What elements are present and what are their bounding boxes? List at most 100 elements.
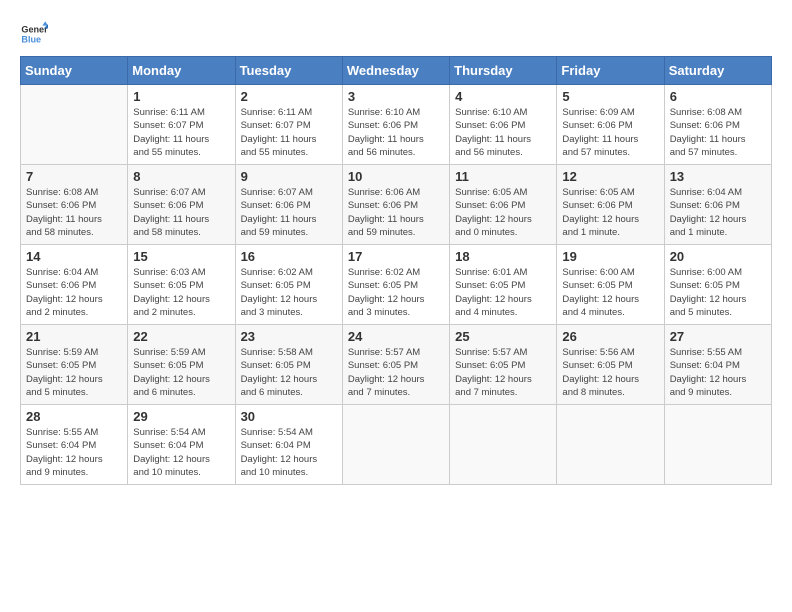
calendar-cell: 13 Sunrise: 6:04 AM Sunset: 6:06 PM Dayli… <box>664 165 771 245</box>
calendar-header-row: SundayMondayTuesdayWednesdayThursdayFrid… <box>21 57 772 85</box>
calendar-cell: 1Sunrise: 6:11 AM Sunset: 6:07 PM Daylig… <box>128 85 235 165</box>
calendar-cell: 27 Sunrise: 5:55 AM Sunset: 6:04 PM Dayli… <box>664 325 771 405</box>
header-saturday: Saturday <box>664 57 771 85</box>
calendar-cell: 20Sunrise: 6:00 AM Sunset: 6:05 PM Dayli… <box>664 245 771 325</box>
day-number: 9 <box>241 169 337 184</box>
day-number: 5 <box>562 89 658 104</box>
day-info: Sunrise: 5:57 AM Sunset: 6:05 PM Dayligh… <box>455 346 551 399</box>
header-tuesday: Tuesday <box>235 57 342 85</box>
calendar-cell: 3 Sunrise: 6:10 AM Sunset: 6:06 PM Daylig… <box>342 85 449 165</box>
calendar-cell: 4Sunrise: 6:10 AM Sunset: 6:06 PM Daylig… <box>450 85 557 165</box>
day-number: 24 <box>348 329 444 344</box>
day-number: 8 <box>133 169 229 184</box>
day-number: 14 <box>26 249 122 264</box>
day-number: 22 <box>133 329 229 344</box>
week-row-2: 7 Sunrise: 6:08 AM Sunset: 6:06 PM Daylig… <box>21 165 772 245</box>
calendar-cell: 26 Sunrise: 5:56 AM Sunset: 6:05 PM Dayli… <box>557 325 664 405</box>
calendar-cell: 29Sunrise: 5:54 AM Sunset: 6:04 PM Dayli… <box>128 405 235 485</box>
day-info: Sunrise: 6:04 AM Sunset: 6:06 PM Dayligh… <box>670 186 766 239</box>
day-number: 12 <box>562 169 658 184</box>
week-row-5: 28 Sunrise: 5:55 AM Sunset: 6:04 PM Dayli… <box>21 405 772 485</box>
day-info: Sunrise: 5:55 AM Sunset: 6:04 PM Dayligh… <box>26 426 122 479</box>
day-info: Sunrise: 6:09 AM Sunset: 6:06 PM Dayligh… <box>562 106 658 159</box>
header-wednesday: Wednesday <box>342 57 449 85</box>
day-number: 10 <box>348 169 444 184</box>
page-header: General Blue <box>20 20 772 48</box>
day-info: Sunrise: 5:58 AM Sunset: 6:05 PM Dayligh… <box>241 346 337 399</box>
svg-text:General: General <box>21 25 48 35</box>
day-number: 29 <box>133 409 229 424</box>
calendar-cell: 2 Sunrise: 6:11 AM Sunset: 6:07 PM Daylig… <box>235 85 342 165</box>
day-info: Sunrise: 6:06 AM Sunset: 6:06 PM Dayligh… <box>348 186 444 239</box>
day-number: 28 <box>26 409 122 424</box>
day-number: 18 <box>455 249 551 264</box>
day-info: Sunrise: 6:08 AM Sunset: 6:06 PM Dayligh… <box>26 186 122 239</box>
day-number: 21 <box>26 329 122 344</box>
day-info: Sunrise: 6:02 AM Sunset: 6:05 PM Dayligh… <box>241 266 337 319</box>
header-thursday: Thursday <box>450 57 557 85</box>
day-info: Sunrise: 6:04 AM Sunset: 6:06 PM Dayligh… <box>26 266 122 319</box>
logo-icon: General Blue <box>20 20 48 48</box>
calendar-cell <box>450 405 557 485</box>
calendar-cell: 8 Sunrise: 6:07 AM Sunset: 6:06 PM Daylig… <box>128 165 235 245</box>
calendar-cell: 16Sunrise: 6:02 AM Sunset: 6:05 PM Dayli… <box>235 245 342 325</box>
day-number: 17 <box>348 249 444 264</box>
week-row-1: 1Sunrise: 6:11 AM Sunset: 6:07 PM Daylig… <box>21 85 772 165</box>
day-number: 7 <box>26 169 122 184</box>
calendar-cell <box>342 405 449 485</box>
header-sunday: Sunday <box>21 57 128 85</box>
day-info: Sunrise: 6:00 AM Sunset: 6:05 PM Dayligh… <box>670 266 766 319</box>
header-monday: Monday <box>128 57 235 85</box>
day-info: Sunrise: 5:56 AM Sunset: 6:05 PM Dayligh… <box>562 346 658 399</box>
day-number: 2 <box>241 89 337 104</box>
calendar-cell: 21Sunrise: 5:59 AM Sunset: 6:05 PM Dayli… <box>21 325 128 405</box>
calendar-cell: 5 Sunrise: 6:09 AM Sunset: 6:06 PM Daylig… <box>557 85 664 165</box>
day-info: Sunrise: 6:01 AM Sunset: 6:05 PM Dayligh… <box>455 266 551 319</box>
calendar-cell: 6 Sunrise: 6:08 AM Sunset: 6:06 PM Daylig… <box>664 85 771 165</box>
day-number: 15 <box>133 249 229 264</box>
calendar-cell: 28 Sunrise: 5:55 AM Sunset: 6:04 PM Dayli… <box>21 405 128 485</box>
calendar-table: SundayMondayTuesdayWednesdayThursdayFrid… <box>20 56 772 485</box>
logo: General Blue <box>20 20 52 48</box>
day-info: Sunrise: 6:05 AM Sunset: 6:06 PM Dayligh… <box>562 186 658 239</box>
day-info: Sunrise: 6:03 AM Sunset: 6:05 PM Dayligh… <box>133 266 229 319</box>
calendar-cell: 14 Sunrise: 6:04 AM Sunset: 6:06 PM Dayli… <box>21 245 128 325</box>
day-number: 13 <box>670 169 766 184</box>
day-number: 11 <box>455 169 551 184</box>
day-info: Sunrise: 6:11 AM Sunset: 6:07 PM Dayligh… <box>241 106 337 159</box>
calendar-cell: 24 Sunrise: 5:57 AM Sunset: 6:05 PM Dayli… <box>342 325 449 405</box>
calendar-cell: 11 Sunrise: 6:05 AM Sunset: 6:06 PM Dayli… <box>450 165 557 245</box>
day-info: Sunrise: 6:07 AM Sunset: 6:06 PM Dayligh… <box>241 186 337 239</box>
header-friday: Friday <box>557 57 664 85</box>
day-number: 3 <box>348 89 444 104</box>
calendar-cell: 12 Sunrise: 6:05 AM Sunset: 6:06 PM Dayli… <box>557 165 664 245</box>
day-number: 23 <box>241 329 337 344</box>
day-info: Sunrise: 6:10 AM Sunset: 6:06 PM Dayligh… <box>455 106 551 159</box>
day-info: Sunrise: 6:11 AM Sunset: 6:07 PM Dayligh… <box>133 106 229 159</box>
day-info: Sunrise: 5:55 AM Sunset: 6:04 PM Dayligh… <box>670 346 766 399</box>
day-info: Sunrise: 6:10 AM Sunset: 6:06 PM Dayligh… <box>348 106 444 159</box>
day-number: 27 <box>670 329 766 344</box>
calendar-cell: 18 Sunrise: 6:01 AM Sunset: 6:05 PM Dayli… <box>450 245 557 325</box>
calendar-cell <box>664 405 771 485</box>
week-row-4: 21Sunrise: 5:59 AM Sunset: 6:05 PM Dayli… <box>21 325 772 405</box>
day-info: Sunrise: 5:57 AM Sunset: 6:05 PM Dayligh… <box>348 346 444 399</box>
day-info: Sunrise: 6:05 AM Sunset: 6:06 PM Dayligh… <box>455 186 551 239</box>
day-info: Sunrise: 6:00 AM Sunset: 6:05 PM Dayligh… <box>562 266 658 319</box>
calendar-cell: 9 Sunrise: 6:07 AM Sunset: 6:06 PM Daylig… <box>235 165 342 245</box>
day-number: 26 <box>562 329 658 344</box>
day-info: Sunrise: 5:54 AM Sunset: 6:04 PM Dayligh… <box>241 426 337 479</box>
day-number: 6 <box>670 89 766 104</box>
day-info: Sunrise: 6:02 AM Sunset: 6:05 PM Dayligh… <box>348 266 444 319</box>
day-number: 30 <box>241 409 337 424</box>
calendar-cell: 17 Sunrise: 6:02 AM Sunset: 6:05 PM Dayli… <box>342 245 449 325</box>
calendar-cell: 15 Sunrise: 6:03 AM Sunset: 6:05 PM Dayli… <box>128 245 235 325</box>
day-info: Sunrise: 6:07 AM Sunset: 6:06 PM Dayligh… <box>133 186 229 239</box>
day-number: 19 <box>562 249 658 264</box>
calendar-cell: 23 Sunrise: 5:58 AM Sunset: 6:05 PM Dayli… <box>235 325 342 405</box>
calendar-cell <box>21 85 128 165</box>
day-info: Sunrise: 6:08 AM Sunset: 6:06 PM Dayligh… <box>670 106 766 159</box>
svg-text:Blue: Blue <box>21 34 41 44</box>
week-row-3: 14 Sunrise: 6:04 AM Sunset: 6:06 PM Dayli… <box>21 245 772 325</box>
calendar-cell <box>557 405 664 485</box>
